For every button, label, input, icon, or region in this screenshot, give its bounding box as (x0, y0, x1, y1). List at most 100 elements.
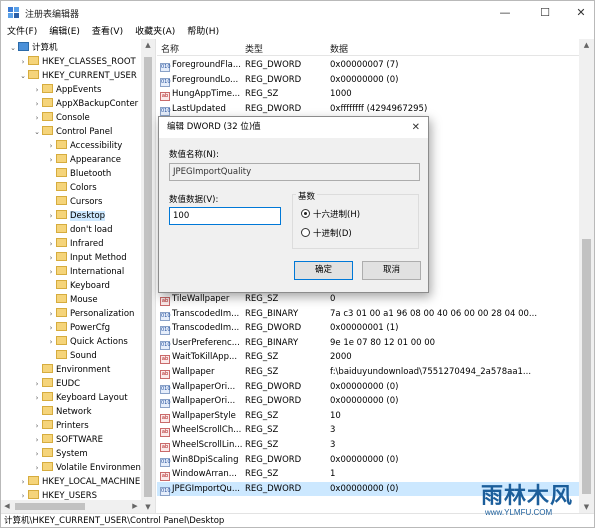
collapse-arrow-icon[interactable]: ⌄ (8, 41, 18, 55)
tree-node[interactable]: › Appearance (46, 153, 121, 167)
collapse-arrow-icon[interactable]: ⌄ (18, 69, 28, 83)
expand-arrow-icon[interactable]: › (32, 433, 42, 447)
menu-view[interactable]: 查看(V) (92, 25, 123, 39)
value-row[interactable]: 010TranscodedIm... REG_BINARY 7a c3 01 00 … (157, 307, 579, 322)
menu-favorites[interactable]: 收藏夹(A) (135, 25, 175, 39)
expand-arrow-icon[interactable]: › (46, 335, 56, 349)
dialog-close-icon[interactable]: ✕ (412, 117, 420, 138)
cancel-button[interactable]: 取消 (362, 261, 421, 280)
value-row[interactable]: ab WheelScrollLin... REG_SZ 3 (157, 438, 579, 453)
value-row[interactable]: 010WallpaperOri... REG_DWORD 0x00000000 (0… (157, 394, 579, 409)
column-header-type[interactable]: 类型 (245, 42, 263, 55)
tree-node[interactable]: Cursors (46, 195, 102, 209)
expand-arrow-icon[interactable]: › (32, 377, 42, 391)
value-row[interactable]: 010ForegroundFla... REG_DWORD 0x00000007 (… (157, 58, 579, 73)
tree-vertical-scrollbar[interactable]: ▲ ▼ (141, 39, 155, 513)
expand-arrow-icon[interactable]: › (32, 419, 42, 433)
value-row[interactable]: ab TileWallpaper REG_SZ 0 (157, 292, 579, 307)
value-row[interactable]: ab WallpaperStyle REG_SZ 10 (157, 409, 579, 424)
tree-node[interactable]: ⌄ 计算机 (8, 41, 58, 55)
tree-node[interactable]: ⌄ HKEY_CURRENT_USER (18, 69, 137, 83)
tree-node[interactable]: Network (32, 405, 92, 419)
expand-arrow-icon[interactable]: › (32, 391, 42, 405)
tree-node[interactable]: Mouse (46, 293, 98, 307)
scroll-up-icon[interactable]: ▲ (141, 39, 155, 51)
tree-node[interactable]: Environment (32, 363, 110, 377)
tree-horizontal-scrollbar[interactable]: ◀ ▶ (1, 500, 141, 513)
list-scroll-up-icon[interactable]: ▲ (579, 39, 594, 51)
value-row[interactable]: 010Win8DpiScaling REG_DWORD 0x00000000 (0) (157, 453, 579, 468)
value-row[interactable]: ab WaitToKillApp... REG_SZ 2000 (157, 350, 579, 365)
value-row[interactable]: 010UserPreferenc... REG_BINARY 9e 1e 07 80… (157, 336, 579, 351)
tree-node[interactable]: › AppXBackupConter (32, 97, 138, 111)
menu-help[interactable]: 帮助(H) (187, 25, 219, 39)
tree-node[interactable]: ⌄ Control Panel (32, 125, 112, 139)
value-row[interactable]: ab HungAppTime... REG_SZ 1000 (157, 87, 579, 102)
radio-checked-icon[interactable] (301, 209, 310, 218)
tree-node[interactable]: › HKEY_CLASSES_ROOT (18, 55, 136, 69)
tree-node[interactable]: › Accessibility (46, 139, 122, 153)
value-row[interactable]: 010WallpaperOri... REG_DWORD 0x00000000 (0… (157, 380, 579, 395)
tree-node[interactable]: › SOFTWARE (32, 433, 103, 447)
list-vertical-scrollbar[interactable]: ▲ ▼ (579, 39, 594, 513)
expand-arrow-icon[interactable]: › (46, 139, 56, 153)
expand-arrow-icon[interactable]: › (18, 55, 28, 69)
expand-arrow-icon[interactable]: › (32, 97, 42, 111)
column-header-data[interactable]: 数据 (330, 42, 348, 55)
minimize-button[interactable]: — (487, 1, 523, 25)
scroll-right-icon[interactable]: ▶ (129, 500, 141, 513)
tree-node[interactable]: › Keyboard Layout (32, 391, 128, 405)
radio-hex[interactable]: 十六进制(H) (301, 209, 360, 221)
radio-unchecked-icon[interactable] (301, 228, 310, 237)
radio-decimal[interactable]: 十进制(D) (301, 228, 352, 240)
tree-node[interactable]: › Personalization (46, 307, 134, 321)
expand-arrow-icon[interactable]: › (32, 111, 42, 125)
tree-node[interactable]: › Infrared (46, 237, 104, 251)
scroll-down-icon[interactable]: ▼ (141, 501, 155, 513)
value-row[interactable]: 010TranscodedIm... REG_DWORD 0x00000001 (1… (157, 321, 579, 336)
expand-arrow-icon[interactable]: › (18, 475, 28, 489)
tree-node[interactable]: › International (46, 265, 124, 279)
value-row[interactable]: ab WheelScrollCh... REG_SZ 3 (157, 423, 579, 438)
value-row[interactable]: ab Wallpaper REG_SZ f:\baiduyundownload\755… (157, 365, 579, 380)
tree-node[interactable]: Bluetooth (46, 167, 111, 181)
tree-node[interactable]: › Console (32, 111, 90, 125)
tree-node[interactable]: › Volatile Environmen (32, 461, 141, 475)
expand-arrow-icon[interactable]: › (46, 307, 56, 321)
menu-edit[interactable]: 编辑(E) (49, 25, 80, 39)
tree-node[interactable]: › Quick Actions (46, 335, 128, 349)
tree-hscroll-thumb[interactable] (15, 503, 85, 510)
expand-arrow-icon[interactable]: › (32, 461, 42, 475)
tree-node[interactable]: › Input Method (46, 251, 127, 265)
value-row[interactable]: 010LastUpdated REG_DWORD 0xffffffff (42949… (157, 102, 579, 117)
expand-arrow-icon[interactable]: › (46, 265, 56, 279)
tree-node[interactable]: Sound (46, 349, 97, 363)
tree-node[interactable]: › System (32, 447, 88, 461)
scroll-left-icon[interactable]: ◀ (1, 500, 13, 513)
expand-arrow-icon[interactable]: › (46, 209, 56, 223)
expand-arrow-icon[interactable]: › (46, 153, 56, 167)
expand-arrow-icon[interactable]: › (32, 447, 42, 461)
expand-arrow-icon[interactable]: › (46, 321, 56, 335)
list-scroll-thumb[interactable] (582, 239, 591, 494)
menu-file[interactable]: 文件(F) (7, 25, 37, 39)
tree-node[interactable]: › Printers (32, 419, 89, 433)
expand-arrow-icon[interactable]: › (46, 251, 56, 265)
tree-node[interactable]: › Desktop (46, 209, 106, 223)
tree-node[interactable]: Colors (46, 181, 97, 195)
value-data-input[interactable]: 100 (169, 207, 281, 225)
tree-node[interactable]: › AppEvents (32, 83, 101, 97)
collapse-arrow-icon[interactable]: ⌄ (32, 125, 42, 139)
tree-scroll-thumb[interactable] (144, 57, 152, 497)
expand-arrow-icon[interactable]: › (46, 237, 56, 251)
tree-node[interactable]: don't load (46, 223, 113, 237)
tree-node[interactable]: › PowerCfg (46, 321, 110, 335)
tree-node[interactable]: › HKEY_LOCAL_MACHINE (18, 475, 140, 489)
tree-node[interactable]: › EUDC (32, 377, 80, 391)
expand-arrow-icon[interactable]: › (32, 83, 42, 97)
close-button[interactable]: ✕ (563, 1, 595, 25)
tree-node[interactable]: Keyboard (46, 279, 110, 293)
maximize-button[interactable]: ☐ (527, 1, 563, 25)
column-header-name[interactable]: 名称 (161, 42, 179, 55)
value-row[interactable]: 010ForegroundLo... REG_DWORD 0x00000000 (0… (157, 73, 579, 88)
